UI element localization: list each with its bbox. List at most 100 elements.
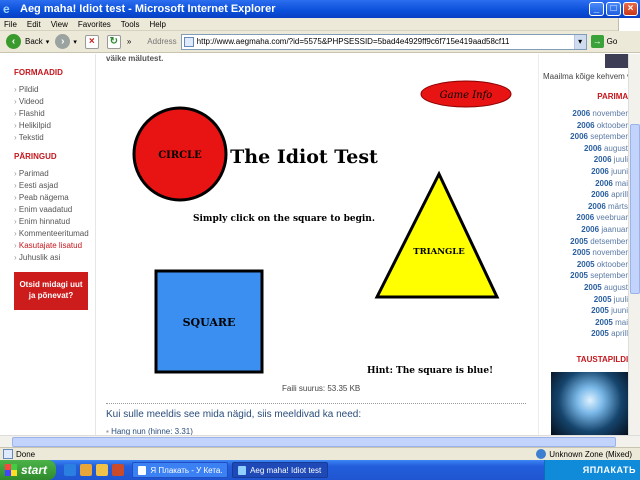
- archive-item[interactable]: 2006 september: [570, 131, 628, 143]
- vertical-scrollbar[interactable]: [628, 54, 640, 435]
- archive-item[interactable]: 2006 juuli: [570, 154, 628, 166]
- archive-year: 2006: [587, 201, 606, 211]
- archive-item[interactable]: 2005 september: [570, 270, 628, 282]
- square-shape[interactable]: SQUARE: [154, 269, 264, 374]
- sidebar-item[interactable]: Helikilpid: [14, 120, 51, 132]
- archive-year: 2005: [583, 282, 602, 292]
- promo-line-2: ja põnevat?: [28, 291, 74, 300]
- menu-bar: File Edit View Favorites Tools Help: [0, 17, 640, 31]
- sidebar-item[interactable]: Flashid: [14, 108, 51, 120]
- archive-item[interactable]: 2005 august: [570, 282, 628, 294]
- archive-year: 2006: [576, 213, 595, 223]
- archive-month: jaanuar: [601, 224, 628, 234]
- windows-logo-icon: [5, 464, 17, 476]
- taskbar-item-active[interactable]: Aeg maha! Idiot test ...: [232, 462, 328, 478]
- sidebar-item[interactable]: Pildid: [14, 84, 51, 96]
- chevron-down-icon[interactable]: ▾: [73, 38, 77, 46]
- archive-item[interactable]: 2006 august: [570, 143, 628, 155]
- menu-edit[interactable]: Edit: [23, 20, 47, 29]
- archive-item[interactable]: 2006 oktoober: [570, 120, 628, 132]
- address-input[interactable]: http://www.aegmaha.com/?id=5575&PHPSESSI…: [197, 37, 574, 46]
- toolbar-overflow-chevron[interactable]: »: [127, 37, 131, 46]
- menu-help[interactable]: Help: [145, 20, 171, 29]
- minimize-button[interactable]: _: [589, 2, 604, 16]
- related-link[interactable]: ▪ Hang nun (hinne: 3.31): [106, 427, 193, 435]
- status-text: Done: [16, 449, 36, 459]
- archive-item[interactable]: 2005 november: [570, 247, 628, 259]
- circle-shape[interactable]: CIRCLE: [132, 106, 228, 202]
- archive-year: 2006: [591, 190, 609, 200]
- file-size-text: Faili suurus: 53.35 KB: [282, 384, 361, 393]
- game-info-button[interactable]: Game Info: [420, 80, 512, 108]
- archive-item[interactable]: 2005 aprill: [570, 328, 628, 340]
- archive-item[interactable]: 2005 mai: [570, 317, 628, 329]
- sidebar-item[interactable]: Tekstid: [14, 132, 51, 144]
- sidebar-item[interactable]: Kommenteeritumad: [14, 228, 89, 240]
- idiot-test-game[interactable]: Game Info CIRCLE The Idiot Test Simply c…: [96, 54, 528, 384]
- archive-year: 2005: [591, 329, 609, 339]
- sidebar-item[interactable]: Enim vaadatud: [14, 204, 89, 216]
- archive-year: 2006: [595, 178, 613, 188]
- start-button[interactable]: start: [0, 460, 56, 480]
- promo-banner[interactable]: Otsid midagi uut ja põnevat?: [14, 272, 88, 310]
- sidebar-item[interactable]: Eesti asjad: [14, 180, 89, 192]
- archive-year: 2005: [593, 294, 612, 304]
- forward-button[interactable]: › ▾: [55, 34, 77, 49]
- ie-quicklaunch-icon[interactable]: [64, 464, 76, 476]
- maximize-button[interactable]: □: [606, 2, 621, 16]
- archive-year: 2005: [595, 317, 613, 327]
- sidebar-item[interactable]: Videod: [14, 96, 51, 108]
- divider: [106, 403, 526, 404]
- game-instruction: Simply click on the square to begin.: [193, 214, 375, 224]
- sidebar-item[interactable]: Peab nägema: [14, 192, 89, 204]
- address-dropdown-icon[interactable]: ▾: [573, 34, 586, 49]
- app-quicklaunch-icon[interactable]: [112, 464, 124, 476]
- thumbnail-image[interactable]: [605, 54, 628, 68]
- system-tray: ЯПЛАКАТЬ: [544, 460, 640, 480]
- thumbnail-caption[interactable]: Maailma kõige kehvem varas: [543, 72, 628, 81]
- back-button[interactable]: ‹ Back ▾: [6, 34, 49, 49]
- archive-item[interactable]: 2006 aprill: [570, 189, 628, 201]
- archive-month: oktoober: [596, 120, 628, 130]
- sidebar-item[interactable]: Parimad: [14, 168, 89, 180]
- sidebar-item-highlighted[interactable]: Kasutajate lisatud: [14, 240, 89, 252]
- desktop-quicklaunch-icon[interactable]: [96, 464, 108, 476]
- archive-item[interactable]: 2005 juuni: [570, 305, 628, 317]
- chevron-down-icon[interactable]: ▾: [46, 38, 50, 46]
- close-button[interactable]: ×: [623, 2, 638, 16]
- triangle-shape[interactable]: TRIANGLE: [374, 170, 500, 299]
- taskbar-item[interactable]: Я Плакать - У Кета...: [132, 462, 228, 478]
- archive-item[interactable]: 2006 november: [570, 108, 628, 120]
- archive-item[interactable]: 2005 juuli: [570, 294, 628, 306]
- address-bar[interactable]: http://www.aegmaha.com/?id=5575&PHPSESSI…: [180, 33, 587, 50]
- archive-item[interactable]: 2006 märts: [570, 201, 628, 213]
- horizontal-scrollbar[interactable]: [0, 435, 640, 447]
- window-title-bar[interactable]: e Aeg maha! Idiot test - Microsoft Inter…: [0, 0, 640, 18]
- left-sidebar: FORMAADID Pildid Videod Flashid Helikilp…: [0, 54, 96, 435]
- media-quicklaunch-icon[interactable]: [80, 464, 92, 476]
- archive-month: juuli: [613, 294, 628, 304]
- scrollbar-thumb[interactable]: [12, 437, 616, 447]
- sidebar-item[interactable]: Enim hinnatud: [14, 216, 89, 228]
- archive-item[interactable]: 2005 oktoober: [570, 259, 628, 271]
- forward-arrow-icon: ›: [55, 34, 71, 49]
- scrollbar-thumb[interactable]: [630, 124, 640, 294]
- menu-favorites[interactable]: Favorites: [74, 20, 117, 29]
- menu-view[interactable]: View: [47, 20, 74, 29]
- archive-item[interactable]: 2005 detsember: [570, 236, 628, 248]
- menu-file[interactable]: File: [0, 20, 23, 29]
- wallpaper-thumbnail[interactable]: [551, 372, 628, 435]
- stop-icon[interactable]: ×: [84, 34, 99, 49]
- menu-tools[interactable]: Tools: [117, 20, 146, 29]
- section-title-best: PARIMAD: [597, 92, 628, 101]
- go-button[interactable]: → Go: [590, 35, 617, 48]
- archive-year: 2006: [581, 224, 600, 234]
- archive-item[interactable]: 2006 juuni: [570, 166, 628, 178]
- archive-item[interactable]: 2006 veebruar: [570, 212, 628, 224]
- archive-item[interactable]: 2006 mai: [570, 178, 628, 190]
- archive-item[interactable]: 2006 jaanuar: [570, 224, 628, 236]
- sidebar-item[interactable]: Juhuslik asi: [14, 252, 89, 264]
- archive-month: juuni: [611, 306, 628, 316]
- refresh-icon[interactable]: ↻: [106, 34, 121, 49]
- archive-year: 2005: [572, 248, 591, 258]
